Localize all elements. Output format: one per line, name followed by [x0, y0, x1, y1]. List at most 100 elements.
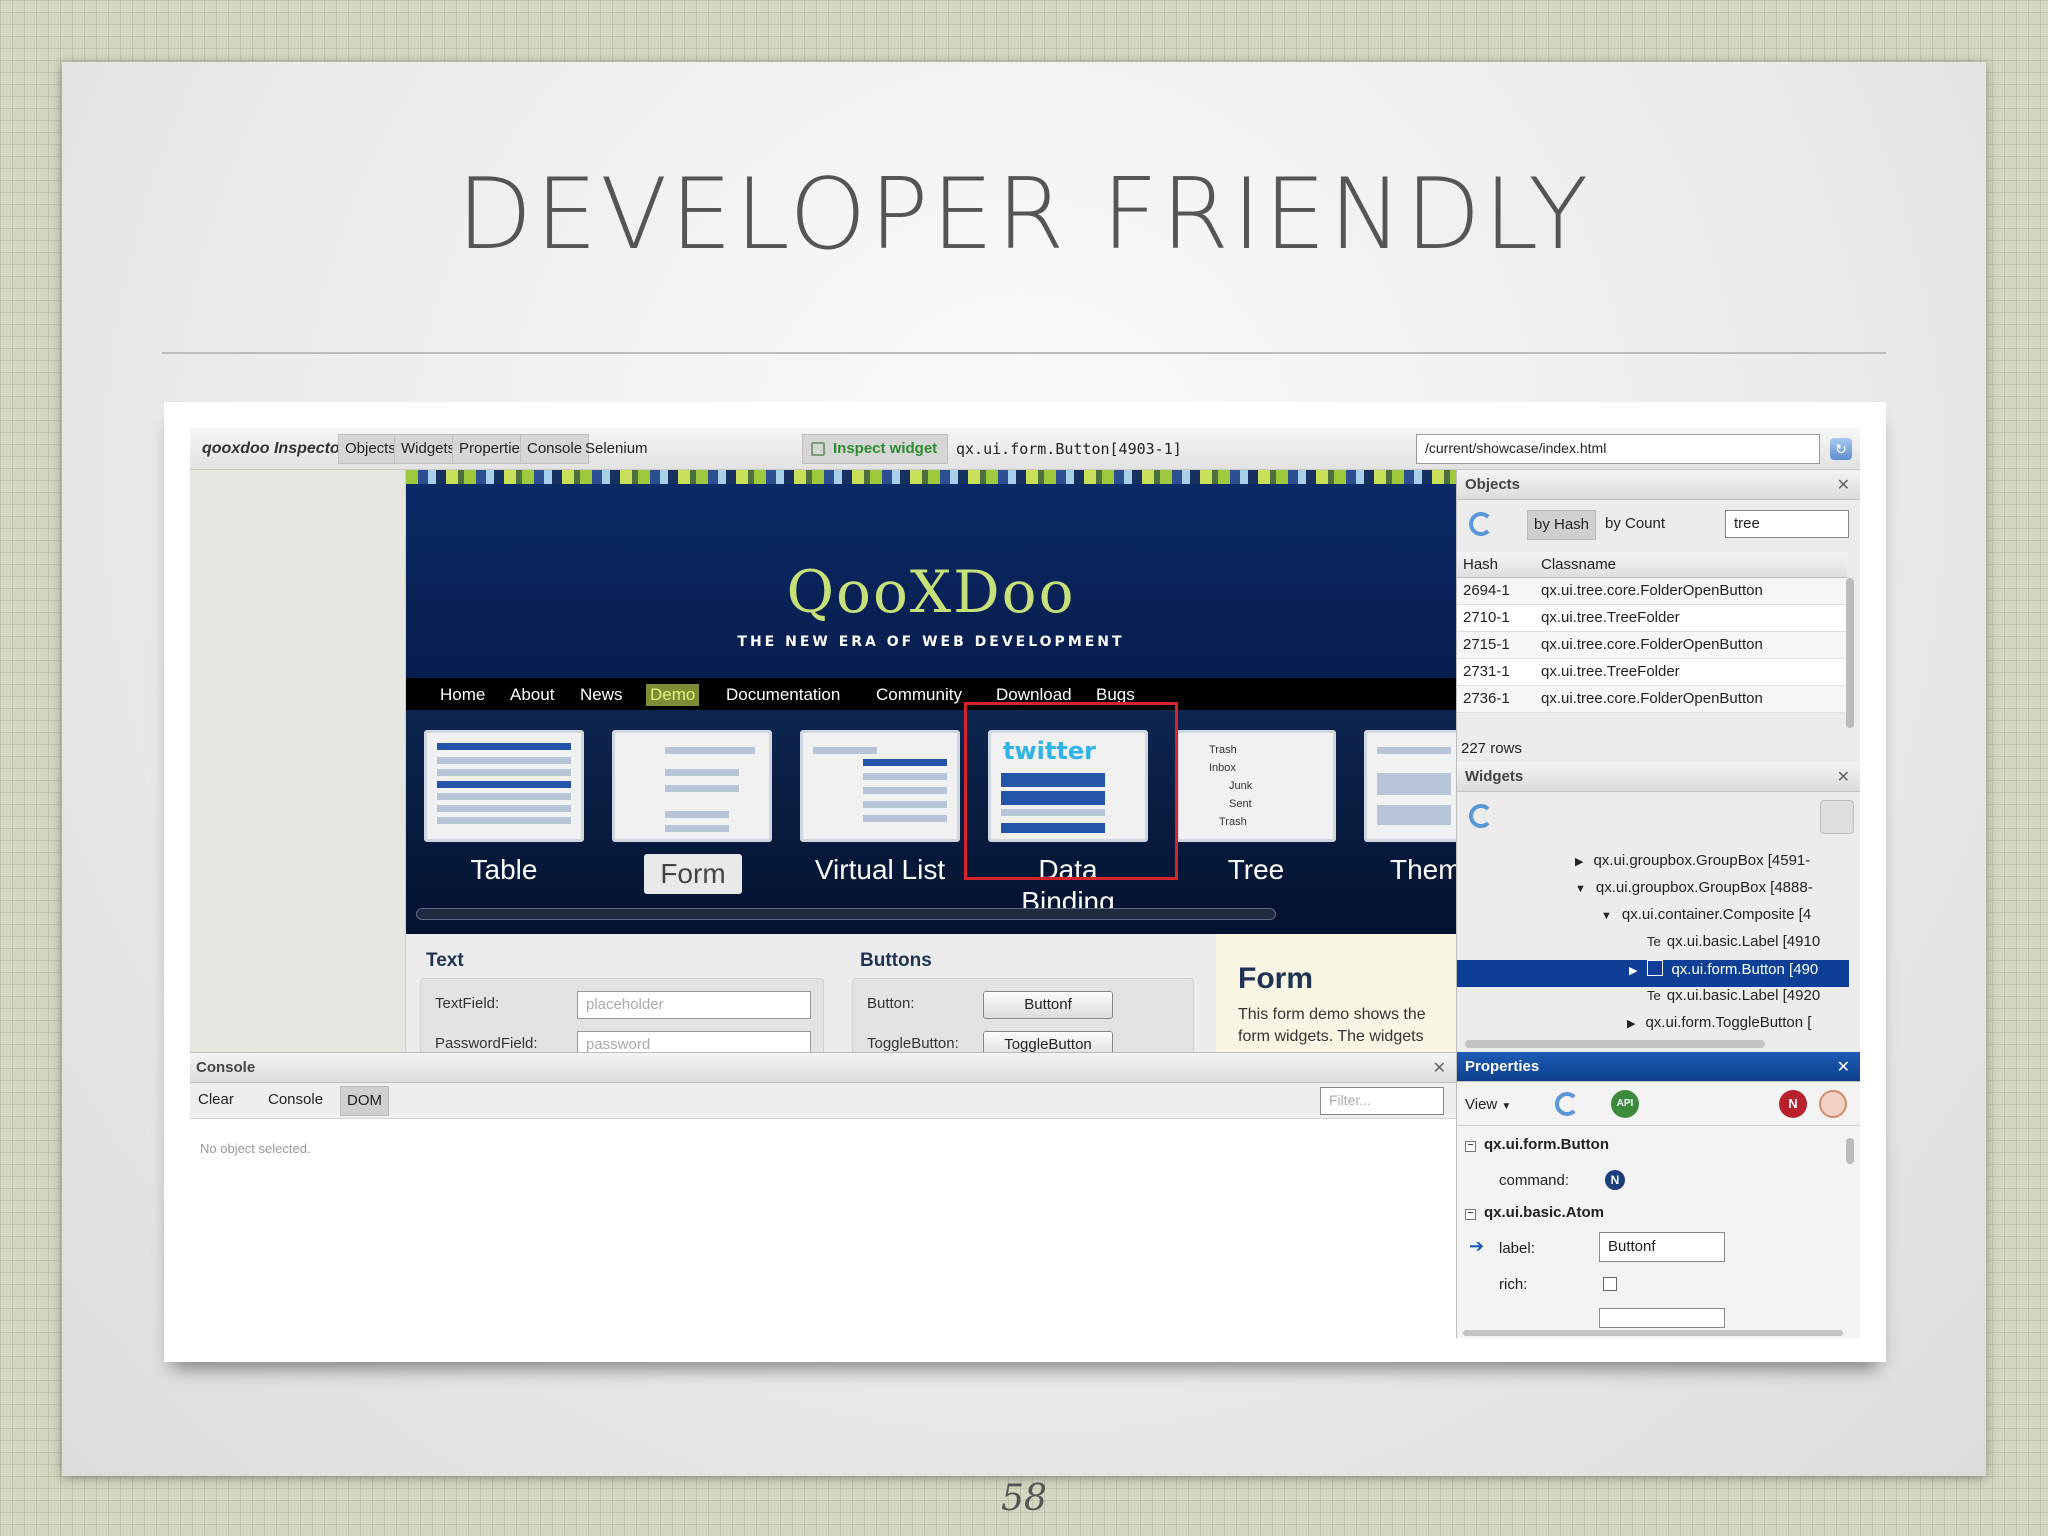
properties-scrollbar[interactable] — [1846, 1138, 1854, 1164]
collapse-arrow-icon: ▼ — [1575, 883, 1586, 895]
nav-documentation[interactable]: Documentation — [722, 684, 844, 706]
console-panel-title: Console — [196, 1059, 256, 1076]
close-icon[interactable]: ✕ — [1433, 1058, 1446, 1078]
table-row[interactable]: 2731-1 qx.ui.tree.TreeFolder — [1457, 659, 1847, 686]
refresh-icon[interactable] — [1555, 1092, 1579, 1116]
objects-filter-input[interactable]: tree — [1725, 510, 1849, 538]
textfield-input[interactable]: placeholder — [577, 991, 811, 1019]
table-row[interactable]: 2694-1 qx.ui.tree.core.FolderOpenButton — [1457, 578, 1847, 605]
widget-tree-node[interactable]: Te qx.ui.basic.Label [4910 — [1457, 933, 1849, 960]
properties-hscrollbar[interactable] — [1463, 1330, 1843, 1336]
table-row[interactable]: 2715-1 qx.ui.tree.core.FolderOpenButton — [1457, 632, 1847, 659]
label-property-input[interactable]: Buttonf — [1599, 1232, 1725, 1262]
dom-tab[interactable]: DOM — [340, 1086, 389, 1116]
nav-about[interactable]: About — [506, 684, 558, 706]
console-filter-input[interactable]: Filter... — [1320, 1087, 1444, 1115]
reload-icon[interactable]: ↻ — [1830, 438, 1852, 460]
property-group-button[interactable]: − qx.ui.form.Button — [1465, 1136, 1609, 1153]
demo-table[interactable]: Table — [424, 730, 584, 886]
inspector-app: qooxdoo Inspector Objects Widgets Proper… — [190, 428, 1860, 1338]
cell-hash: 2715-1 — [1463, 636, 1510, 653]
demo-form[interactable]: Form — [612, 730, 772, 894]
refresh-icon[interactable] — [1469, 804, 1493, 828]
view-menu-button[interactable]: View ▼ — [1465, 1096, 1511, 1113]
title-divider — [162, 352, 1886, 354]
demo-togglebutton[interactable]: ToggleButton — [983, 1031, 1113, 1052]
table-row[interactable]: 2710-1 qx.ui.tree.TreeFolder — [1457, 605, 1847, 632]
app-title: qooxdoo Inspector — [202, 440, 346, 457]
nav-news[interactable]: News — [576, 684, 627, 706]
cell-classname: qx.ui.tree.core.FolderOpenButton — [1541, 582, 1763, 599]
label-property-label: label: — [1499, 1240, 1535, 1257]
text-fieldset: TextField: placeholder PasswordField: pa… — [420, 978, 824, 1052]
nav-community[interactable]: Community — [872, 684, 966, 706]
close-icon[interactable]: ✕ — [1837, 475, 1850, 495]
demo-theme[interactable]: Them — [1364, 730, 1456, 886]
cell-classname: qx.ui.tree.TreeFolder — [1541, 663, 1680, 680]
widget-tree-node[interactable]: ▶ qx.ui.form.ToggleButton [ — [1457, 1014, 1849, 1041]
by-hash-button[interactable]: by Hash — [1527, 510, 1597, 540]
column-hash[interactable]: Hash — [1463, 556, 1498, 573]
table-thumbnail — [424, 730, 584, 842]
tree-thumbnail: Trash Inbox Junk Sent Trash — [1176, 730, 1336, 842]
demo-tree[interactable]: Trash Inbox Junk Sent Trash Tree — [1176, 730, 1336, 886]
text-section-title: Text — [426, 950, 464, 971]
tree-node-label: qx.ui.basic.Label [4910 — [1666, 933, 1821, 950]
property-group-atom[interactable]: − qx.ui.basic.Atom — [1465, 1204, 1604, 1221]
command-label: command: — [1499, 1172, 1570, 1189]
demo-virtual-list[interactable]: Virtual List — [800, 730, 960, 886]
highlight-toggle-icon[interactable] — [1820, 800, 1854, 834]
site-header: QooXDoo THE NEW ERA OF WEB DEVELOPMENT — [406, 484, 1456, 678]
objects-scrollbar[interactable] — [1846, 578, 1854, 728]
table-row[interactable]: 2736-1 qx.ui.tree.core.FolderOpenButton — [1457, 686, 1847, 713]
tree-node-label: qx.ui.container.Composite [4 — [1621, 906, 1812, 923]
next-property-input[interactable] — [1599, 1308, 1725, 1328]
objects-panel-header: Objects ✕ — [1457, 470, 1860, 500]
widget-tree-node[interactable]: Te qx.ui.basic.Label [4920 — [1457, 987, 1849, 1014]
objects-row-count: 227 rows — [1461, 740, 1522, 757]
button-widget-icon — [1647, 960, 1664, 976]
cell-classname: qx.ui.tree.TreeFolder — [1541, 609, 1680, 626]
close-icon[interactable]: ✕ — [1837, 1057, 1850, 1077]
site-nav: Home About News Demo Documentation Commu… — [406, 678, 1456, 710]
virtual-list-thumbnail — [800, 730, 960, 842]
widget-tree-node-selected[interactable]: ▶ qx.ui.form.Button [490 — [1457, 960, 1849, 987]
refresh-icon[interactable] — [1469, 512, 1493, 536]
tree-node-label: qx.ui.basic.Label [4920 — [1666, 987, 1821, 1004]
widgets-panel-title: Widgets — [1465, 768, 1524, 785]
chevron-down-icon: ▼ — [1501, 1101, 1512, 1112]
view-menu-label: View — [1465, 1096, 1498, 1113]
rich-checkbox[interactable] — [1603, 1277, 1617, 1291]
nav-demo[interactable]: Demo — [646, 684, 700, 706]
console-tab[interactable]: Console — [262, 1086, 329, 1116]
demo-label-theme: Them — [1390, 854, 1456, 885]
inspect-widget-label: Inspect widget — [833, 440, 938, 457]
expand-arrow-icon: ▶ — [1575, 856, 1584, 868]
widget-tree-node[interactable]: ▶ qx.ui.groupbox.GroupBox [4591- — [1457, 852, 1849, 879]
demo-label-form: Form — [644, 854, 742, 894]
passwordfield-input[interactable]: password — [577, 1031, 811, 1052]
close-icon[interactable]: ✕ — [1837, 767, 1850, 787]
carousel-scrollbar[interactable] — [416, 908, 1276, 920]
inspected-app-preview: QooXDoo THE NEW ERA OF WEB DEVELOPMENT H… — [406, 470, 1456, 1052]
column-classname[interactable]: Classname — [1541, 556, 1616, 573]
by-count-button[interactable]: by Count — [1599, 510, 1671, 540]
screenshot-frame: qooxdoo Inspector Objects Widgets Proper… — [164, 402, 1886, 1362]
selenium-button[interactable]: Selenium — [578, 434, 655, 464]
clear-button[interactable]: Clear — [192, 1086, 240, 1116]
passwordfield-label: PasswordField: — [435, 1035, 538, 1052]
api-icon[interactable]: API — [1611, 1090, 1639, 1118]
widget-tree-node[interactable]: ▼ qx.ui.groupbox.GroupBox [4888- — [1457, 879, 1849, 906]
url-input[interactable]: /current/showcase/index.html — [1416, 434, 1820, 464]
demo-button[interactable]: Buttonf — [983, 991, 1113, 1019]
widget-tree-node[interactable]: ▼ qx.ui.container.Composite [4 — [1457, 906, 1849, 933]
objects-table: Hash Classname 2694-1 qx.ui.tree.core.Fol… — [1457, 552, 1847, 713]
null-value-icon[interactable]: N — [1605, 1170, 1625, 1190]
inspect-widget-button[interactable]: Inspect widget — [802, 434, 948, 464]
nav-home[interactable]: Home — [436, 684, 489, 706]
theme-thumbnail — [1364, 730, 1456, 842]
label-widget-icon: Te — [1647, 934, 1661, 949]
null-values-icon[interactable]: N — [1779, 1090, 1807, 1118]
widgets-hscrollbar[interactable] — [1465, 1040, 1765, 1048]
inheritance-icon[interactable] — [1819, 1090, 1847, 1118]
